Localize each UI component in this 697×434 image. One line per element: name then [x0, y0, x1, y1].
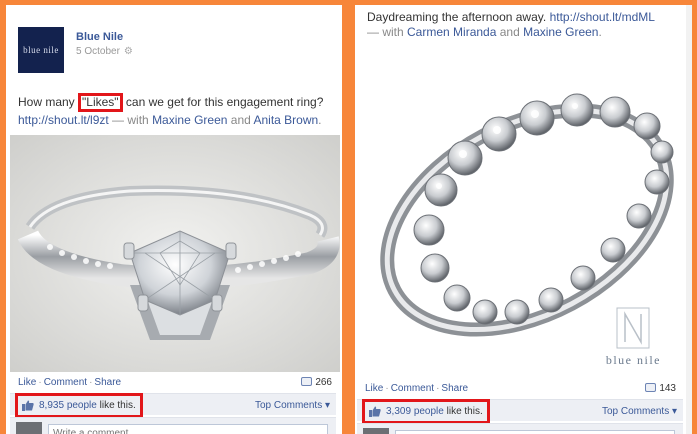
- comment-input[interactable]: [395, 430, 675, 434]
- caption-text: Daydreaming the afternoon away.: [367, 10, 550, 24]
- likes-count-link[interactable]: 8,935 people: [39, 400, 97, 411]
- tagged-user-1[interactable]: Carmen Miranda: [407, 25, 496, 39]
- and-text: and: [496, 25, 524, 39]
- caption-text-pre: How many: [18, 95, 79, 109]
- engagement-ring-photo[interactable]: [10, 135, 340, 372]
- brand-watermark-text: blue nile: [605, 353, 661, 367]
- action-separator: ·: [436, 383, 440, 394]
- scrollbar[interactable]: [686, 5, 692, 434]
- likes-highlight-box: 8,935 people like this.: [15, 393, 143, 418]
- likes-highlight-box: 3,309 people like this.: [362, 399, 490, 424]
- likes-count: 8,935: [39, 400, 65, 411]
- likes-bar: 8,935 people like this. Top Comments ▾: [10, 393, 336, 418]
- like-link[interactable]: Like: [365, 383, 383, 394]
- post-actions: Like · Comment · Share: [365, 383, 468, 394]
- comment-count-value: 266: [315, 377, 332, 388]
- viewer-avatar: [16, 422, 42, 434]
- comment-count[interactable]: 266: [301, 377, 332, 388]
- likes-highlight-box: "Likes": [78, 93, 123, 112]
- right-post-card: Daydreaming the afternoon away. http://s…: [355, 5, 692, 434]
- end-punct: .: [598, 25, 602, 39]
- post-date: 5 October ⚙: [76, 46, 133, 57]
- avatar-logo-text: blue nile: [23, 45, 59, 55]
- audience-gear-icon: ⚙: [123, 46, 133, 57]
- left-post-card: blue nile Blue Nile 5 October ⚙ How many …: [6, 5, 342, 434]
- brand-watermark: blue nile: [606, 306, 661, 368]
- comment-input[interactable]: [48, 424, 328, 434]
- comment-link[interactable]: Comment: [44, 377, 87, 388]
- share-link[interactable]: Share: [441, 383, 468, 394]
- comment-count-value: 143: [659, 383, 676, 394]
- like-link[interactable]: Like: [18, 377, 36, 388]
- comment-count[interactable]: 143: [645, 383, 676, 394]
- page-name-link[interactable]: Blue Nile: [76, 31, 123, 43]
- comment-bubble-icon: [645, 383, 657, 392]
- likes-count-link[interactable]: 3,309 people: [386, 406, 444, 417]
- solitaire-ring-image: [10, 135, 340, 372]
- caption-text-post: can we get for this engagement ring?: [122, 95, 324, 109]
- top-comments-dropdown[interactable]: Top Comments ▾: [602, 406, 677, 417]
- post-caption: How many "Likes" can we get for this eng…: [18, 93, 336, 128]
- post-link[interactable]: http://shout.lt/l9zt: [18, 113, 109, 127]
- post-actions: Like · Comment · Share: [18, 377, 121, 388]
- post-caption: Daydreaming the afternoon away. http://s…: [367, 10, 687, 40]
- comment-link[interactable]: Comment: [391, 383, 434, 394]
- top-comments-dropdown[interactable]: Top Comments ▾: [255, 400, 330, 411]
- likes-count: 3,309: [386, 406, 412, 417]
- tagged-user-1[interactable]: Maxine Green: [152, 113, 227, 127]
- action-separator: ·: [89, 377, 93, 388]
- tagged-user-2[interactable]: Maxine Green: [523, 25, 598, 39]
- end-punct: .: [318, 113, 322, 127]
- eternity-ring-photo[interactable]: blue nile: [357, 50, 689, 380]
- comment-bubble-icon: [301, 377, 313, 386]
- thumbs-up-icon: [22, 400, 34, 411]
- share-link[interactable]: Share: [94, 377, 121, 388]
- action-separator: ·: [38, 377, 42, 388]
- action-separator: ·: [385, 383, 389, 394]
- thumbs-up-icon: [369, 406, 381, 417]
- caption-likes-word: "Likes": [82, 95, 119, 109]
- likes-bar: 3,309 people like this. Top Comments ▾: [357, 399, 683, 424]
- likes-people: people: [413, 406, 444, 417]
- post-link[interactable]: http://shout.lt/mdML: [550, 10, 655, 24]
- brand-monogram-icon: [616, 307, 650, 349]
- likes-suffix: like this.: [446, 406, 483, 417]
- tagged-user-2[interactable]: Anita Brown: [253, 113, 318, 127]
- likes-suffix: like this.: [99, 400, 136, 411]
- post-date-text[interactable]: 5 October: [76, 46, 120, 57]
- and-text: and: [227, 113, 254, 127]
- page-avatar[interactable]: blue nile: [18, 27, 64, 73]
- comment-composer: [10, 417, 336, 434]
- with-text: — with: [367, 25, 408, 39]
- comment-composer: [357, 423, 683, 434]
- with-text: — with: [108, 113, 153, 127]
- viewer-avatar: [363, 428, 389, 434]
- likes-people: people: [66, 400, 97, 411]
